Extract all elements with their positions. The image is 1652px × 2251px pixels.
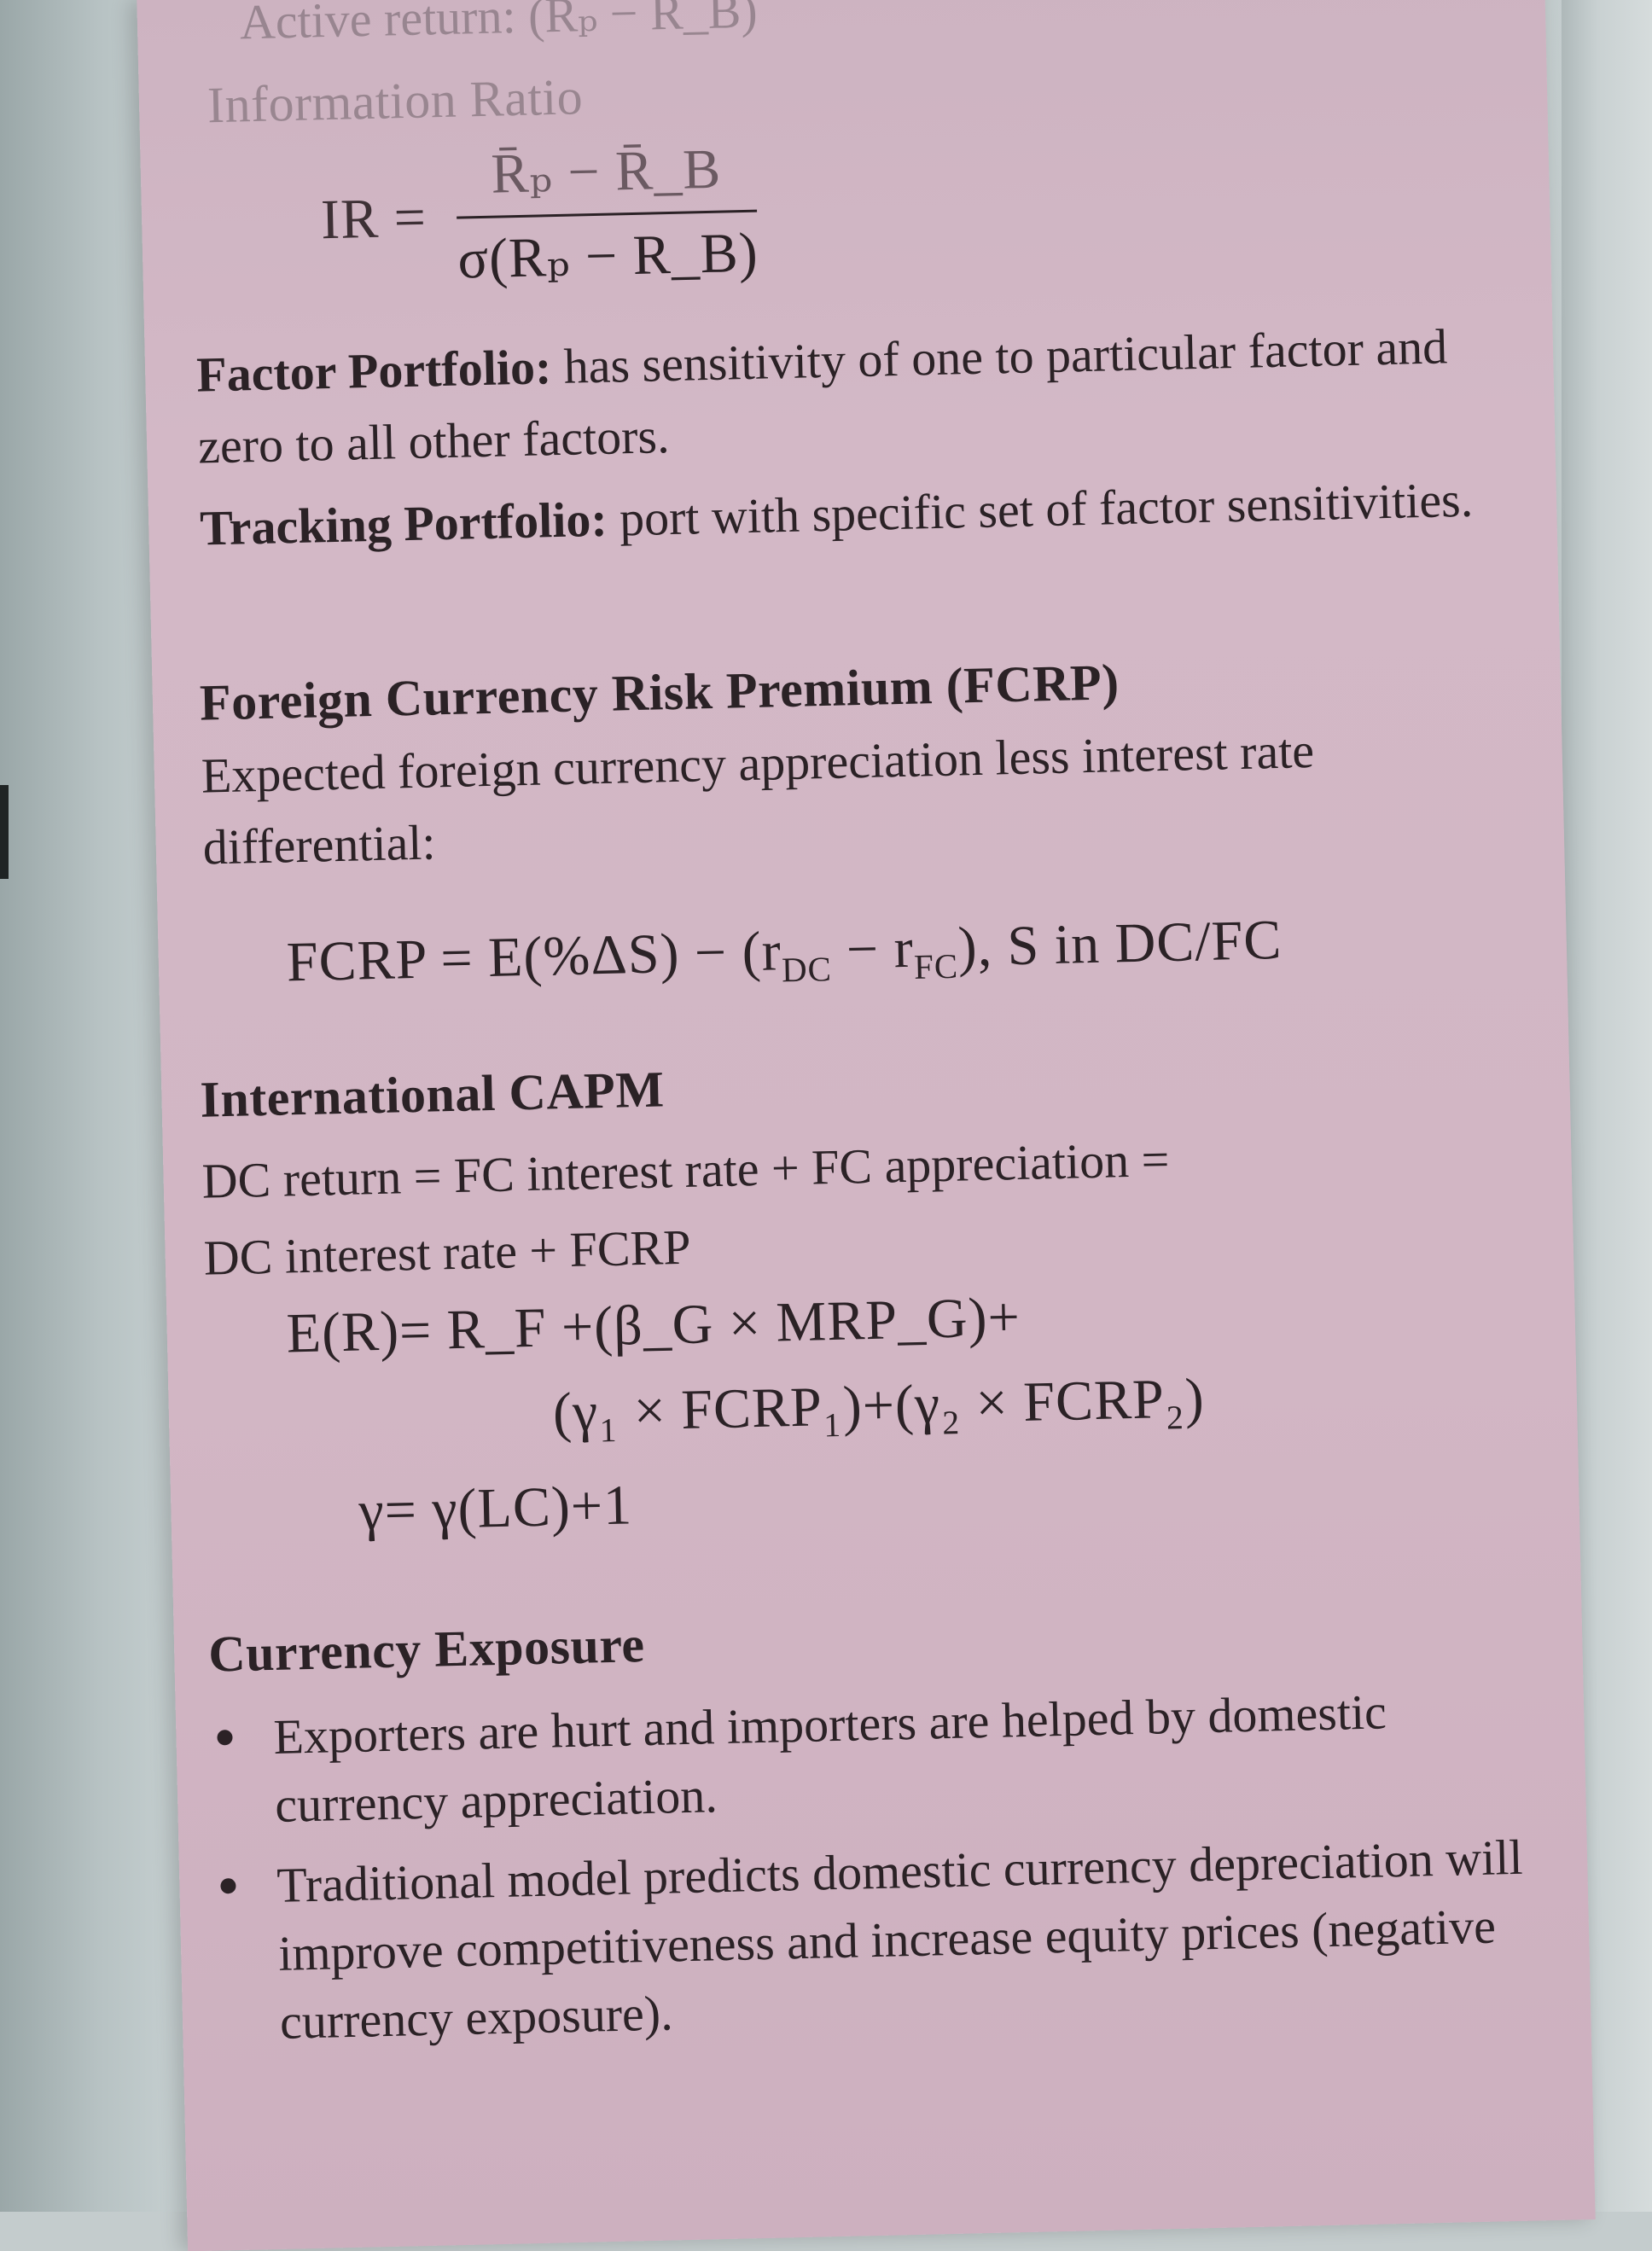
list-item: Traditional model predicts domestic curr… <box>213 1823 1532 2058</box>
left-edge-object <box>0 785 9 879</box>
list-item: Exporters are hurt and importers are hel… <box>210 1675 1527 1841</box>
bullet-dot-icon <box>217 1730 233 1746</box>
list-item-text: Exporters are hurt and importers are hel… <box>272 1684 1387 1833</box>
international-capm-heading: International CAPM <box>199 1061 666 1128</box>
fcrp-formula-sub-dc: DC <box>781 950 833 990</box>
factor-portfolio-term: Factor Portfolio: <box>195 339 552 403</box>
ir-denominator: σ(Rₚ − R_B) <box>457 221 759 291</box>
ir-lhs: IR = <box>320 185 428 251</box>
ir-fraction: R̄ₚ − R̄_B σ(Rₚ − R_B) <box>455 134 759 293</box>
active-return-line: Active return: (Rₚ − R_B) <box>239 0 759 50</box>
card-content: Active return: (Rₚ − R_B) Information Ra… <box>137 0 1595 2251</box>
currency-exposure-list: Exporters are hurt and importers are hel… <box>210 1675 1532 2070</box>
formula-card: Active return: (Rₚ − R_B) Information Ra… <box>137 0 1596 2251</box>
tracking-portfolio-text: port with specific set of factor sensiti… <box>619 471 1474 547</box>
fcrp-formula-part-c: ), S in DC/FC <box>957 908 1283 979</box>
information-ratio-title: Information Ratio <box>206 68 584 134</box>
fcrp-formula-sub-fc: FC <box>913 946 959 986</box>
capm-equation-3: γ= γ(LC)+1 <box>358 1474 633 1543</box>
information-ratio-formula: IR = R̄ₚ − R̄_B σ(Rₚ − R_B) <box>319 134 759 296</box>
capm-equation-2: (γ₁ × FCRP₁)+(γ₂ × FCRP₂) <box>552 1367 1206 1445</box>
fcrp-formula-part-b: − r <box>830 916 915 981</box>
factor-portfolio-definition: Factor Portfolio: has sensitivity of one… <box>195 309 1521 482</box>
fcrp-formula-part-a: FCRP = E(%ΔS) − (r <box>286 920 782 994</box>
bullet-dot-icon <box>220 1877 236 1894</box>
fcrp-description: Expected foreign currency appreciation l… <box>201 722 1315 875</box>
capm-equation-1: E(R)= R_F +(β_G × MRP_G)+ <box>285 1285 1021 1365</box>
ir-numerator: R̄ₚ − R̄_B <box>455 134 758 219</box>
list-item-text: Traditional model predicts domestic curr… <box>276 1829 1524 2050</box>
currency-exposure-heading: Currency Exposure <box>207 1616 646 1683</box>
fcrp-formula: FCRP = E(%ΔS) − (rDC − rFC), S in DC/FC <box>286 908 1283 1002</box>
tracking-portfolio-term: Tracking Portfolio: <box>199 491 608 556</box>
